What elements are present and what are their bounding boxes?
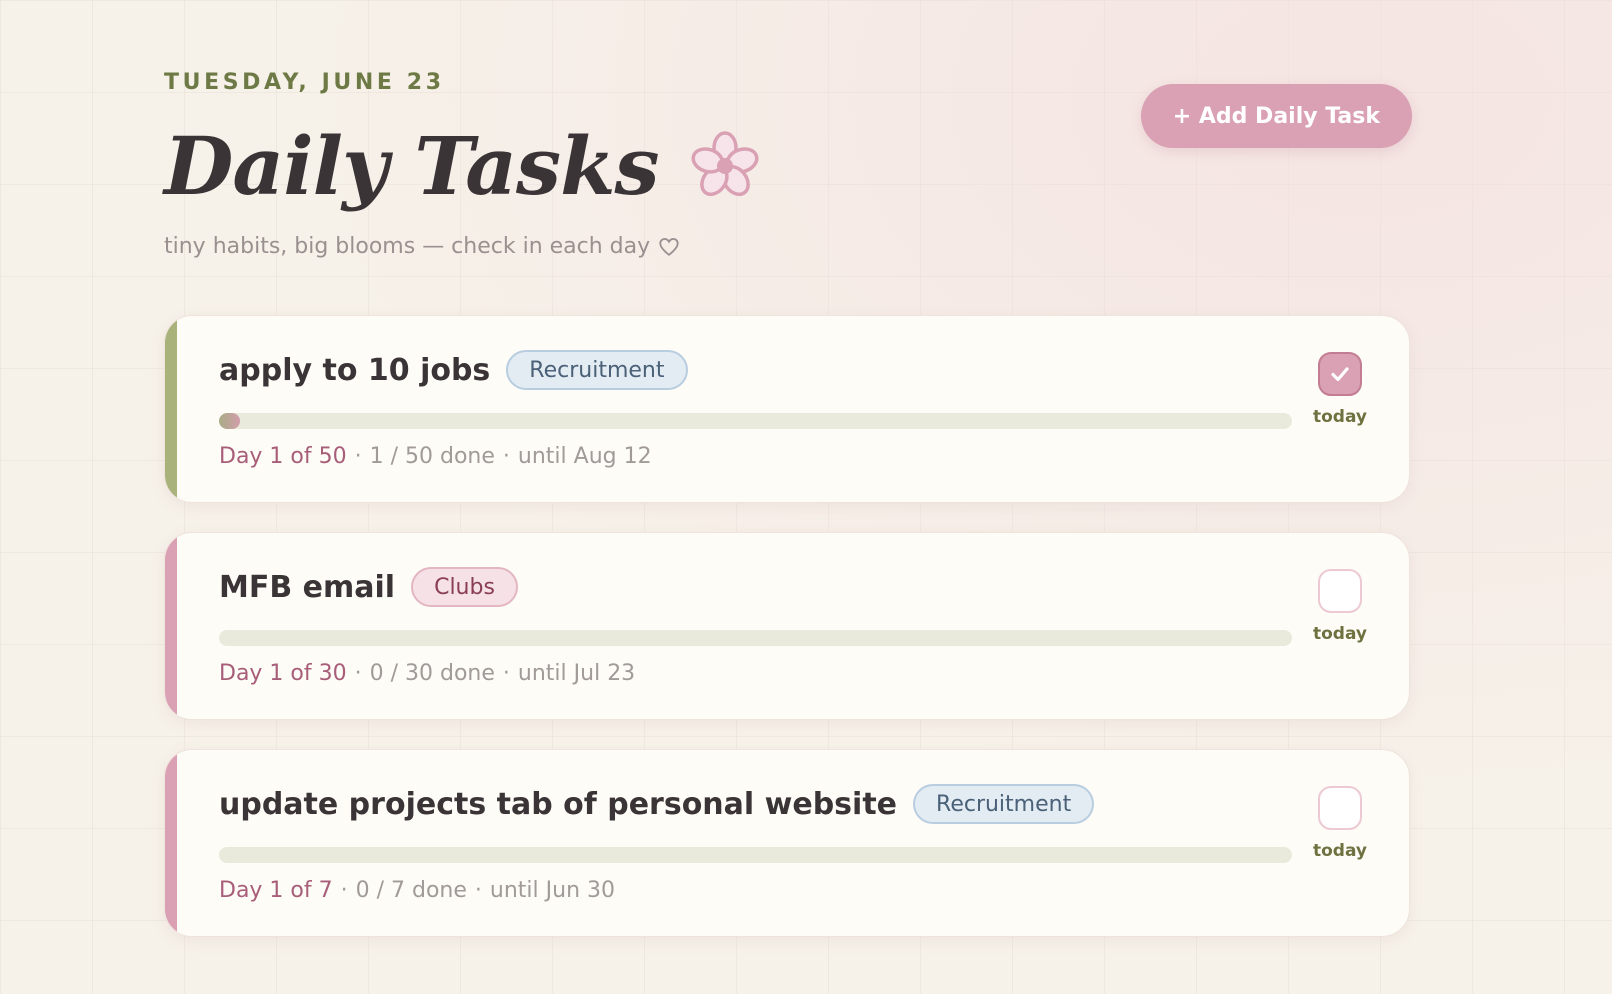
task-header: update projects tab of personal website …: [219, 784, 1095, 824]
progress-track: [219, 413, 1292, 429]
check-column: today: [1310, 352, 1370, 427]
task-meta: Day 1 of 30 · 0 / 30 done · until Jul 23: [219, 661, 635, 686]
task-list: apply to 10 jobs Recruitment Day 1 of 50…: [164, 315, 1410, 966]
add-daily-task-button[interactable]: + Add Daily Task: [1140, 84, 1412, 148]
task-name: MFB email: [219, 569, 396, 605]
heart-icon: [658, 236, 680, 258]
task-name: apply to 10 jobs: [219, 352, 491, 388]
task-header: MFB email Clubs: [219, 567, 518, 607]
flower-icon: [689, 130, 761, 202]
task-name: update projects tab of personal website: [219, 786, 898, 822]
task-meta: Day 1 of 50 · 1 / 50 done · until Aug 12: [219, 444, 652, 469]
title-row: Daily Tasks: [164, 118, 761, 214]
progress-track: [219, 630, 1292, 646]
task-accent-bar: [165, 316, 177, 502]
task-header: apply to 10 jobs Recruitment: [219, 350, 688, 390]
task-card: MFB email Clubs Day 1 of 30 · 0 / 30 done ·…: [164, 532, 1410, 720]
task-accent-bar: [165, 750, 177, 936]
separator-dot: ·: [502, 444, 510, 469]
separator-dot: ·: [354, 661, 362, 686]
task-tag[interactable]: Recruitment: [506, 350, 688, 390]
check-column: today: [1310, 569, 1370, 644]
task-meta: Day 1 of 7 · 0 / 7 done · until Jun 30: [219, 878, 615, 903]
today-checkbox[interactable]: [1318, 786, 1362, 830]
today-label: today: [1312, 624, 1367, 644]
subtitle-text: tiny habits, big blooms — check in each …: [164, 234, 651, 259]
done-count: 0 / 30 done: [369, 661, 495, 686]
progress-track: [219, 847, 1292, 863]
page-title: Daily Tasks: [164, 119, 660, 213]
day-count: Day 1 of 50: [219, 444, 347, 469]
today-label: today: [1312, 407, 1367, 427]
day-count: Day 1 of 7: [219, 878, 333, 903]
today-checkbox[interactable]: [1318, 352, 1362, 396]
task-card: apply to 10 jobs Recruitment Day 1 of 50…: [164, 315, 1410, 503]
check-column: today: [1310, 786, 1370, 861]
done-count: 1 / 50 done: [369, 444, 495, 469]
task-accent-bar: [165, 533, 177, 719]
separator-dot: ·: [340, 878, 348, 903]
day-count: Day 1 of 30: [219, 661, 347, 686]
subtitle: tiny habits, big blooms — check in each …: [164, 234, 680, 259]
today-label: today: [1312, 841, 1367, 861]
done-count: 0 / 7 done: [355, 878, 467, 903]
check-icon: [1331, 367, 1349, 382]
task-tag[interactable]: Clubs: [411, 567, 518, 607]
separator-dot: ·: [474, 878, 482, 903]
task-card: update projects tab of personal website …: [164, 749, 1410, 937]
today-checkbox[interactable]: [1318, 569, 1362, 613]
progress-fill: [219, 413, 241, 429]
until-date: until Aug 12: [517, 444, 652, 469]
until-date: until Jul 23: [517, 661, 636, 686]
task-tag[interactable]: Recruitment: [913, 784, 1095, 824]
date-label: TUESDAY, JUNE 23: [164, 70, 445, 95]
separator-dot: ·: [354, 444, 362, 469]
until-date: until Jun 30: [489, 878, 616, 903]
separator-dot: ·: [502, 661, 510, 686]
